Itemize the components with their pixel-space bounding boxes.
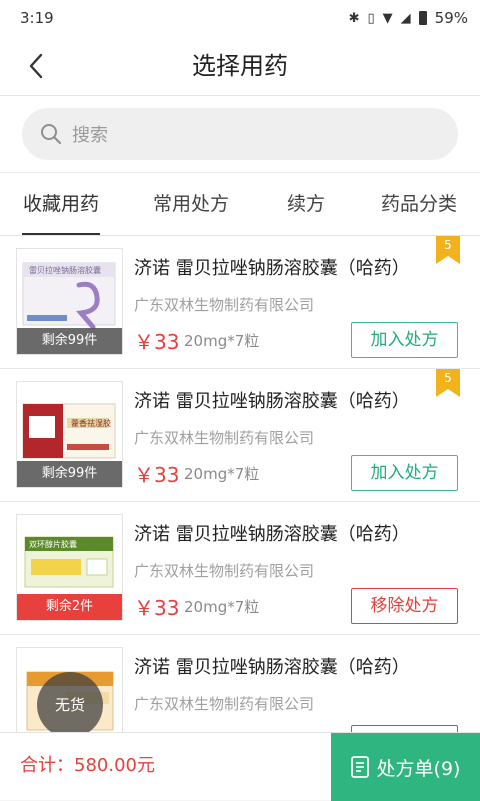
svg-text:双环醇片胶囊: 双环醇片胶囊 — [29, 539, 77, 549]
active-tab-indicator — [22, 233, 100, 235]
signal-icon: ◢ — [400, 10, 411, 26]
prescription-icon — [350, 756, 369, 778]
wifi-icon: ▼ — [382, 10, 393, 26]
remove-from-prescription-button[interactable]: 移除处方 — [351, 588, 458, 624]
app-header: 选择用药 — [0, 36, 480, 96]
quantity-badge: 5 — [436, 236, 460, 264]
drug-name: 济诺 雷贝拉唑钠肠溶胶囊（哈药） — [134, 524, 410, 545]
badge-count: 5 — [444, 238, 452, 252]
tab-renew-prescription[interactable]: 续方 — [278, 173, 334, 235]
search-placeholder: 搜索 — [72, 125, 108, 146]
add-to-prescription-button[interactable]: 加入处方 — [351, 455, 458, 491]
drug-price: ￥33 — [134, 463, 180, 487]
svg-text:藿香祛湿胶: 藿香祛湿胶 — [71, 418, 111, 428]
svg-text:雷贝拉唑钠肠溶胶囊: 雷贝拉唑钠肠溶胶囊 — [29, 265, 101, 275]
search-icon — [41, 124, 62, 145]
tab-common-prescriptions[interactable]: 常用处方 — [148, 173, 234, 235]
out-of-stock-overlay: 无货 — [37, 672, 103, 738]
drug-spec: 20mg*7粒 — [184, 332, 260, 350]
status-bar: 3:19 ✱ ▯ ▼ ◢ 59% — [0, 0, 480, 36]
drug-spec: 20mg*7粒 — [184, 465, 260, 483]
drug-item[interactable]: 藿香祛湿胶 剩余99件 济诺 雷贝拉唑钠肠溶胶囊（哈药） 广东双林生物制药有限公… — [0, 369, 480, 502]
search-section: 搜索 — [0, 96, 480, 172]
drug-price: ￥33 — [134, 596, 180, 620]
drug-image: 藿香祛湿胶 剩余99件 — [16, 381, 123, 488]
stock-remaining: 剩余99件 — [17, 328, 122, 354]
prescription-list-label: 处方单(9) — [376, 757, 461, 780]
drug-list: 雷贝拉唑钠肠溶胶囊 剩余99件 济诺 雷贝拉唑钠肠溶胶囊（哈药） 广东双林生物制… — [0, 236, 480, 732]
stock-remaining: 剩余99件 — [17, 461, 122, 487]
prescription-list-button[interactable]: 处方单(9) — [331, 733, 480, 801]
drug-manufacturer: 广东双林生物制药有限公司 — [134, 296, 315, 314]
drug-item[interactable]: 双环醇片胶囊 剩余2件 济诺 雷贝拉唑钠肠溶胶囊（哈药） 广东双林生物制药有限公… — [0, 502, 480, 635]
remove-from-prescription-button[interactable] — [351, 725, 458, 732]
chevron-left-icon — [29, 53, 43, 79]
drug-name: 济诺 雷贝拉唑钠肠溶胶囊（哈药） — [134, 391, 410, 412]
total-amount: 合计：580.00元 — [20, 755, 155, 776]
badge-count: 5 — [444, 371, 452, 385]
tab-favorites[interactable]: 收藏用药 — [22, 173, 100, 235]
bottom-bar: 合计：580.00元 处方单(9) — [0, 732, 480, 801]
tab-drug-categories[interactable]: 药品分类 — [376, 173, 462, 235]
battery-percent: 59% — [434, 9, 468, 27]
add-to-prescription-button[interactable]: 加入处方 — [351, 322, 458, 358]
drug-manufacturer: 广东双林生物制药有限公司 — [134, 429, 315, 447]
bluetooth-icon: ✱ — [348, 10, 360, 26]
search-input[interactable]: 搜索 — [22, 108, 458, 160]
drug-image: 雷贝拉唑钠肠溶胶囊 剩余99件 — [16, 248, 123, 355]
drug-name: 济诺 雷贝拉唑钠肠溶胶囊（哈药） — [134, 657, 410, 678]
vibrate-icon: ▯ — [367, 10, 375, 26]
drug-manufacturer: 广东双林生物制药有限公司 — [134, 695, 315, 713]
page-title: 选择用药 — [192, 52, 288, 80]
drug-item[interactable]: 雷贝拉唑钠肠溶胶囊 剩余99件 济诺 雷贝拉唑钠肠溶胶囊（哈药） 广东双林生物制… — [0, 236, 480, 369]
battery-icon — [418, 11, 427, 25]
drug-image: 双环醇片胶囊 剩余2件 — [16, 514, 123, 621]
status-icons: ✱ ▯ ▼ ◢ 59% — [349, 9, 468, 27]
stock-remaining: 剩余2件 — [17, 594, 122, 620]
status-time: 3:19 — [20, 9, 54, 27]
drug-price: ￥33 — [134, 330, 180, 354]
back-button[interactable] — [16, 46, 56, 86]
tab-bar: 收藏用药 常用处方 续方 药品分类 — [0, 172, 480, 236]
drug-name: 济诺 雷贝拉唑钠肠溶胶囊（哈药） — [134, 258, 410, 279]
quantity-badge: 5 — [436, 369, 460, 397]
drug-spec: 20mg*7粒 — [184, 598, 260, 616]
drug-manufacturer: 广东双林生物制药有限公司 — [134, 562, 315, 580]
